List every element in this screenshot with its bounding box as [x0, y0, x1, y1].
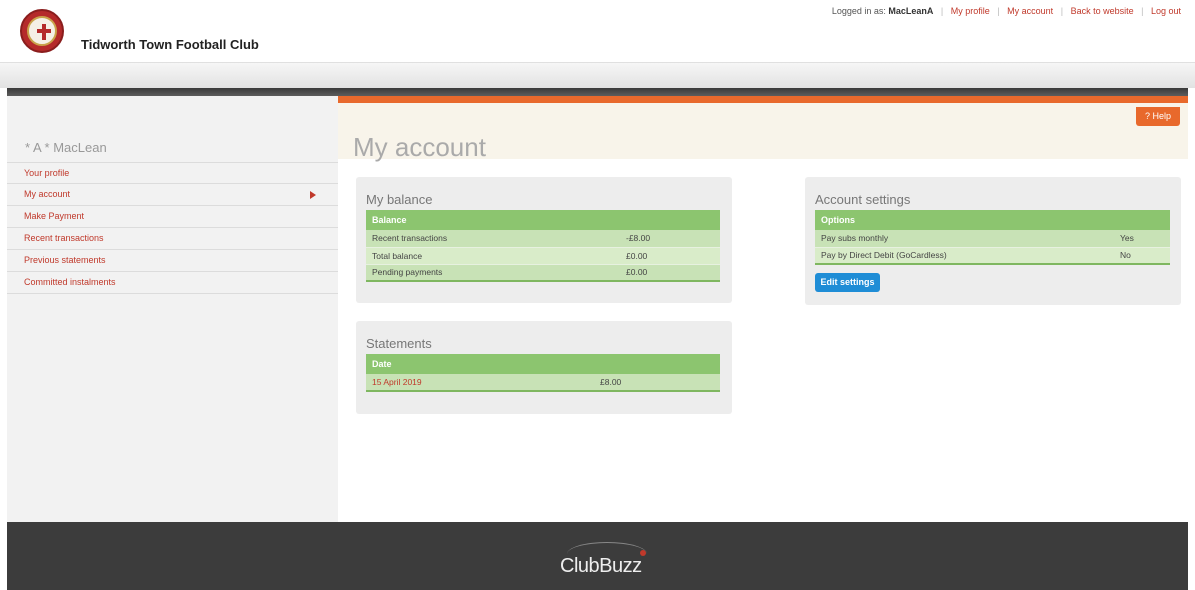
- table-row: Total balance £0.00: [366, 247, 720, 265]
- separator: |: [1060, 6, 1064, 16]
- sidebar-menu: Your profile My account Make Payment Rec…: [7, 162, 338, 294]
- setting-label: Pay by Direct Debit (GoCardless): [815, 247, 1114, 265]
- setting-label: Pay subs monthly: [815, 230, 1114, 248]
- account-settings-panel: Account settings Options Pay subs monthl…: [805, 177, 1181, 305]
- statements-table: Date 15 April 2019 £8.00: [366, 354, 720, 392]
- sidebar: * A * MacLean Your profile My account Ma…: [7, 96, 338, 522]
- table-row: Pending payments £0.00: [366, 264, 720, 282]
- accent-bar: [338, 96, 1188, 103]
- sidebar-item-label: Recent transactions: [24, 233, 104, 243]
- sidebar-item-label: Make Payment: [24, 211, 85, 221]
- footer: ClubBuzz: [7, 522, 1188, 590]
- sidebar-item-my-account[interactable]: My account: [7, 184, 338, 206]
- balance-value: £0.00: [620, 264, 720, 282]
- balance-label: Pending payments: [366, 264, 620, 282]
- sidebar-item-label: My account: [24, 189, 71, 199]
- my-account-link[interactable]: My account: [1007, 6, 1053, 16]
- table-row: 15 April 2019 £8.00: [366, 374, 720, 392]
- balance-value: -£8.00: [620, 230, 720, 248]
- user-nav: Logged in as: MacLeanA | My profile | My…: [832, 6, 1181, 16]
- sidebar-item-label: Your profile: [24, 168, 70, 178]
- title-band: My account ? Help: [338, 103, 1188, 162]
- panel-title: Account settings: [815, 192, 911, 207]
- separator: |: [1141, 6, 1144, 16]
- sidebar-item-your-profile[interactable]: Your profile: [7, 162, 338, 184]
- setting-value: Yes: [1114, 230, 1170, 248]
- panel-title: Statements: [366, 336, 432, 351]
- sidebar-item-recent-transactions[interactable]: Recent transactions: [7, 228, 338, 250]
- logged-in-label: Logged in as:: [831, 6, 886, 16]
- club-name: Tidworth Town Football Club: [81, 37, 259, 52]
- sidebar-item-label: Previous statements: [24, 255, 106, 265]
- table-header: Balance: [366, 210, 720, 230]
- settings-table: Options Pay subs monthly Yes Pay by Dire…: [815, 210, 1170, 265]
- panel-title: My balance: [366, 192, 433, 207]
- back-to-website-link[interactable]: Back to website: [1071, 6, 1134, 16]
- statement-date-link[interactable]: 15 April 2019: [366, 374, 594, 392]
- my-profile-link[interactable]: My profile: [951, 6, 990, 16]
- club-crest-logo[interactable]: [20, 9, 64, 53]
- balance-label: Recent transactions: [366, 230, 620, 248]
- table-header: Date: [366, 354, 720, 374]
- separator: |: [940, 6, 944, 16]
- sidebar-item-label: Committed instalments: [24, 277, 116, 287]
- statement-amount: £8.00: [594, 374, 720, 392]
- balance-panel: My balance Balance Recent transactions -…: [356, 177, 732, 303]
- table-header: Options: [815, 210, 1170, 230]
- help-button[interactable]: ? Help: [1136, 107, 1180, 126]
- separator: |: [997, 6, 1000, 16]
- sidebar-item-previous-statements[interactable]: Previous statements: [7, 250, 338, 272]
- sidebar-item-committed-instalments[interactable]: Committed instalments: [7, 272, 338, 294]
- nav-bar-divider: [7, 88, 1188, 96]
- table-row: Pay subs monthly Yes: [815, 230, 1170, 248]
- page-header: Tidworth Town Football Club Logged in as…: [0, 0, 1195, 62]
- nav-bar: [0, 62, 1195, 88]
- active-arrow-icon: [310, 191, 316, 199]
- setting-value: No: [1114, 247, 1170, 265]
- log-out-link[interactable]: Log out: [1151, 6, 1181, 16]
- page-title: My account: [353, 132, 486, 162]
- edit-settings-button[interactable]: Edit settings: [815, 273, 880, 292]
- balance-value: £0.00: [620, 247, 720, 265]
- statements-panel: Statements Date 15 April 2019 £8.00: [356, 321, 732, 414]
- table-row: Pay by Direct Debit (GoCardless) No: [815, 247, 1170, 265]
- table-row: Recent transactions -£8.00: [366, 230, 720, 248]
- profile-name: * A * MacLean: [25, 140, 107, 155]
- username: MacLeanA: [888, 6, 934, 16]
- main-content: My account ? Help My balance Balance Rec…: [338, 96, 1188, 522]
- balance-table: Balance Recent transactions -£8.00 Total…: [366, 210, 720, 282]
- clubbuzz-logo[interactable]: ClubBuzz: [560, 555, 642, 578]
- balance-label: Total balance: [366, 247, 620, 265]
- sidebar-item-make-payment[interactable]: Make Payment: [7, 206, 338, 228]
